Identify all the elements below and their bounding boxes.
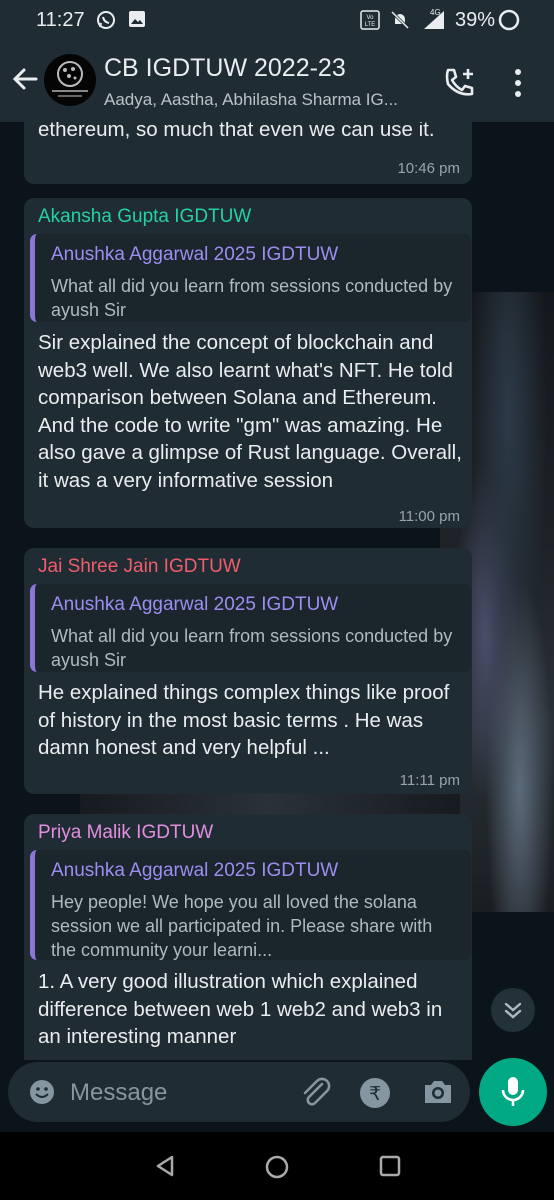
battery-percent: 39% — [455, 9, 496, 31]
quoted-message[interactable]: Anushka Aggarwal 2025 IGDTUW What all di… — [30, 234, 471, 322]
camera-icon — [425, 1081, 451, 1103]
battery-icon — [498, 9, 520, 37]
svg-text:₹: ₹ — [369, 1083, 381, 1105]
microphone-icon — [501, 1077, 525, 1106]
message-text: He explained things complex things like … — [38, 681, 450, 760]
message-bubble[interactable]: Akansha Gupta IGDTUW Anushka Aggarwal 20… — [24, 198, 472, 528]
sender-name[interactable]: Priya Malik IGDTUW — [38, 822, 213, 844]
message-bubble[interactable]: Priya Malik IGDTUW Anushka Aggarwal 2025… — [24, 814, 472, 1060]
more-options-button[interactable] — [510, 68, 526, 98]
message-bubble[interactable]: ethereum, so much that even we can use i… — [24, 122, 472, 184]
voice-message-button[interactable] — [479, 1058, 547, 1126]
volte-icon: Vo LTE — [360, 10, 380, 36]
quoted-author: Anushka Aggarwal 2025 IGDTUW — [51, 244, 339, 265]
rupee-icon: ₹ — [360, 1078, 390, 1108]
status-time: 11:27 — [36, 9, 85, 31]
quoted-message[interactable]: Anushka Aggarwal 2025 IGDTUW Hey people!… — [30, 850, 471, 960]
message-text: 1. A very good illustration which explai… — [38, 970, 443, 1049]
sender-name[interactable]: Akansha Gupta IGDTUW — [38, 206, 251, 228]
message-input[interactable] — [68, 1076, 292, 1110]
message-text: Sir explained the concept of blockchain … — [38, 331, 462, 492]
emoji-icon — [30, 1080, 54, 1104]
chat-title[interactable]: CB IGDTUW 2022-23 — [104, 54, 346, 83]
svg-text:LTE: LTE — [365, 22, 376, 28]
paperclip-icon — [303, 1077, 331, 1106]
payment-button[interactable]: ₹ — [358, 1076, 392, 1115]
message-list[interactable]: ethereum, so much that even we can use i… — [0, 122, 554, 1060]
message-time: 11:00 pm — [398, 508, 460, 525]
back-button[interactable] — [8, 62, 42, 96]
chat-subtitle[interactable]: Aadya, Aastha, Abhilasha Sharma IG... — [104, 90, 398, 110]
scroll-to-bottom-button[interactable] — [491, 988, 535, 1032]
nav-back-button[interactable] — [153, 1154, 177, 1183]
quoted-text: Hey people! We hope you all loved the so… — [51, 892, 433, 960]
add-call-icon — [445, 68, 474, 96]
quoted-text: What all did you learn from sessions con… — [51, 626, 453, 670]
square-recents-icon — [379, 1155, 401, 1177]
quoted-text: What all did you learn from sessions con… — [51, 276, 453, 320]
message-time: 10:46 pm — [397, 160, 460, 177]
status-bar: 11:27 Vo LTE 4G 39% — [0, 0, 554, 40]
more-vert-icon — [515, 69, 521, 97]
quoted-message[interactable]: Anushka Aggarwal 2025 IGDTUW What all di… — [30, 584, 471, 672]
message-composer: ₹ — [8, 1062, 470, 1122]
circle-home-icon — [265, 1155, 289, 1179]
add-call-button[interactable] — [442, 66, 478, 100]
gallery-icon — [128, 10, 146, 34]
nav-recents-button[interactable] — [378, 1154, 402, 1183]
message-time: 11:11 pm — [399, 772, 460, 789]
svg-text:Vo: Vo — [366, 15, 374, 21]
camera-button[interactable] — [422, 1078, 454, 1111]
whatsapp-icon — [96, 10, 116, 36]
system-nav-bar — [0, 1132, 554, 1200]
arrow-left-icon — [12, 68, 38, 90]
quoted-author: Anushka Aggarwal 2025 IGDTUW — [51, 860, 339, 881]
signal-icon: 4G — [420, 7, 448, 37]
logo-icon — [52, 61, 88, 97]
message-text: ethereum, so much that even we can use i… — [38, 122, 435, 141]
quoted-author: Anushka Aggarwal 2025 IGDTUW — [51, 594, 339, 615]
mute-bell-icon — [390, 10, 410, 36]
emoji-button[interactable] — [28, 1078, 56, 1111]
sender-name[interactable]: Jai Shree Jain IGDTUW — [38, 556, 241, 578]
group-avatar[interactable] — [44, 54, 96, 106]
message-bubble[interactable]: Jai Shree Jain IGDTUW Anushka Aggarwal 2… — [24, 548, 472, 794]
double-chevron-down-icon — [504, 1002, 522, 1019]
triangle-back-icon — [156, 1155, 174, 1177]
nav-home-button[interactable] — [264, 1154, 290, 1185]
chat-header: CB IGDTUW 2022-23 Aadya, Aastha, Abhilas… — [0, 40, 554, 122]
attach-button[interactable] — [298, 1076, 334, 1115]
